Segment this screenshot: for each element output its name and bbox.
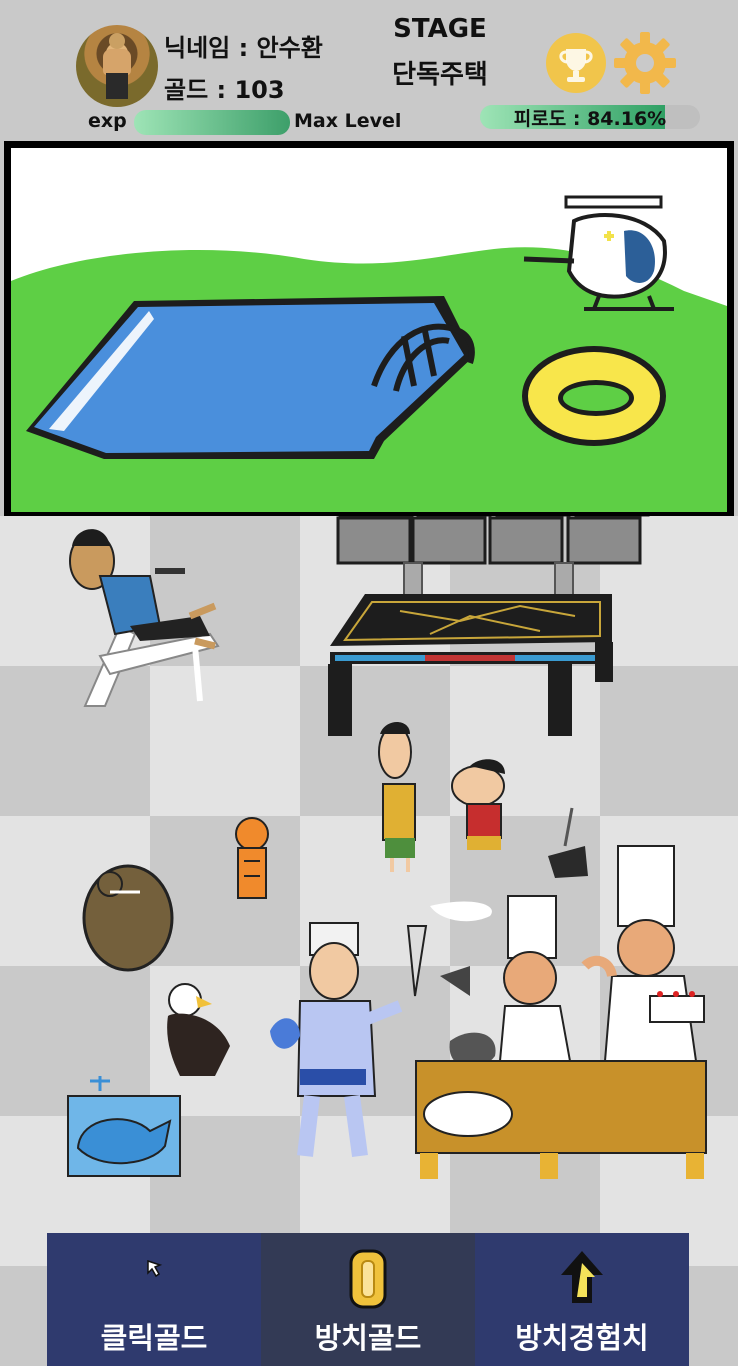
stage-name: 단독주택: [392, 60, 488, 90]
kitchen-counter: [415, 1060, 707, 1179]
sushi-chef: [270, 922, 428, 1158]
idle-exp-label: 방치경험치: [515, 1321, 649, 1355]
top-hud: 닉네임 : 안수환 골드 : 103 STAGE 단독주택 exp Max Le…: [0, 0, 738, 140]
wok-chef: [430, 895, 572, 1068]
exp-bar-fill: [134, 110, 290, 135]
gold-text: 골드 : 103: [164, 76, 285, 104]
profile-avatar[interactable]: [76, 25, 158, 107]
exp-bar: [134, 110, 290, 135]
click-gold-label: 클릭골드: [100, 1321, 208, 1355]
click-gold-button[interactable]: 클릭골드: [47, 1233, 261, 1366]
trophy-icon[interactable]: [546, 33, 606, 93]
coin-icon: [345, 1247, 391, 1315]
avatar-torso: [103, 49, 131, 75]
level-text: Max Level: [294, 110, 402, 132]
avatar-head: [109, 33, 125, 49]
tiger: [235, 817, 269, 899]
fatigue-text: 피로도 : 84.16%: [513, 108, 667, 130]
control-table: [328, 594, 613, 736]
avatar-shorts: [106, 73, 128, 99]
stage-backdrop: [4, 141, 734, 519]
idle-exp-button[interactable]: 방치경험치: [475, 1233, 689, 1366]
reclining-man: [69, 529, 220, 707]
bear: [82, 864, 174, 972]
stage-title: STAGE: [393, 14, 487, 44]
black-bag: [548, 807, 588, 878]
gear-icon[interactable]: [612, 30, 678, 96]
idle-gold-button[interactable]: 방치골드: [261, 1233, 475, 1366]
swim-ring: [522, 346, 666, 446]
eagle: [167, 983, 230, 1076]
room-characters: [67, 516, 707, 1179]
pastry-chef: [581, 845, 705, 1062]
cursor-icon: [134, 1247, 174, 1291]
boy-character: [378, 722, 416, 872]
dog-character: [451, 759, 505, 850]
whale: [67, 1076, 181, 1177]
up-arrow-icon: [557, 1247, 607, 1311]
idle-gold-label: 방치골드: [314, 1321, 422, 1355]
exp-label: exp: [88, 110, 127, 132]
nickname-text: 닉네임 : 안수환: [164, 34, 323, 62]
